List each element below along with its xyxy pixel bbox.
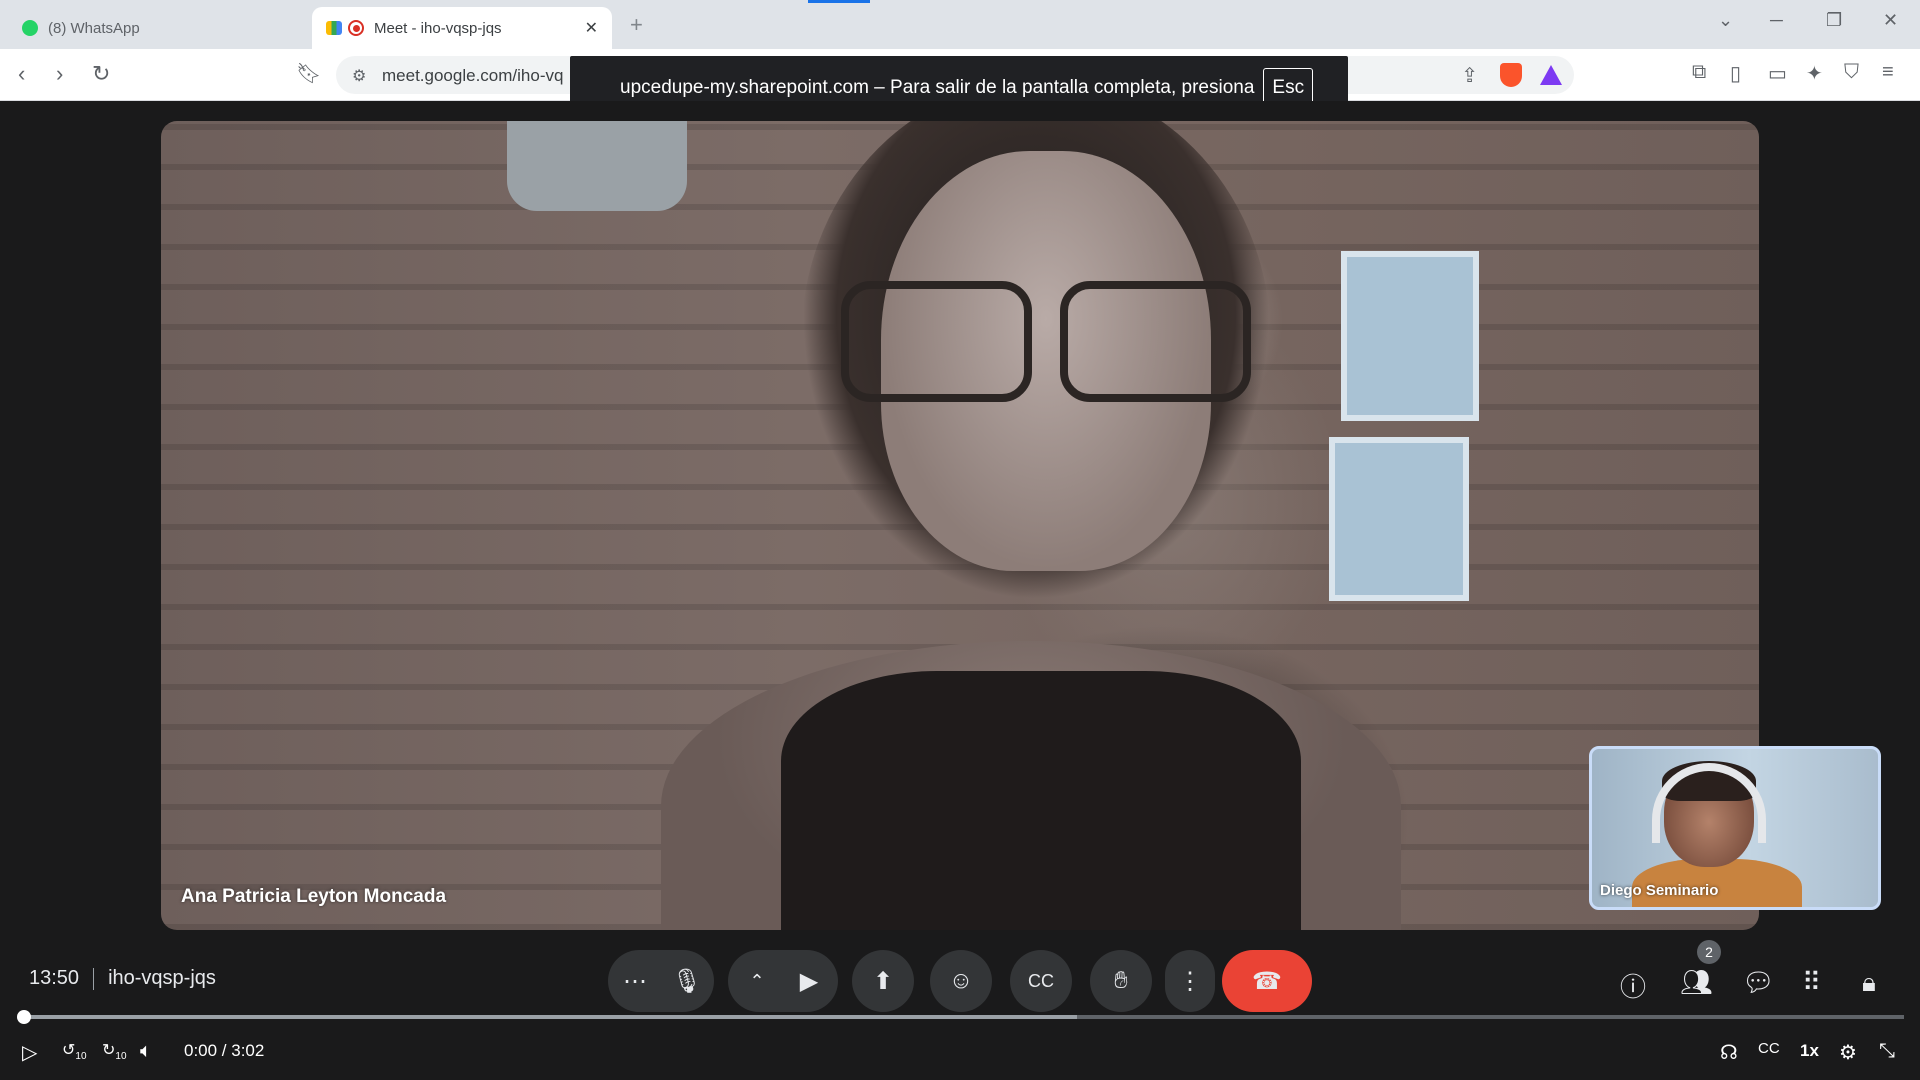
vpn-icon[interactable]: ⛉ — [1844, 61, 1859, 84]
volume-icon[interactable]: 🔈︎ — [140, 1040, 152, 1063]
playback-time: 0:00 / 3:02 — [184, 1041, 265, 1060]
participant-shirt — [781, 671, 1301, 930]
camera-control-group: ⌃ ▶︎ — [728, 950, 838, 1012]
rewind-10-icon[interactable]: ↺10 — [62, 1040, 87, 1062]
host-controls-icon[interactable]: 🔒︎ — [1862, 967, 1876, 999]
loading-indicator — [808, 0, 870, 3]
tab-title: (8) WhatsApp — [48, 19, 140, 37]
sidebar-icon[interactable]: ▯ — [1730, 61, 1741, 86]
wall-picture — [1329, 437, 1469, 601]
meeting-code: iho-vqsp-jqs — [108, 967, 216, 989]
forward-10-icon[interactable]: ↻10 — [102, 1040, 127, 1062]
share-icon[interactable]: ⇪ — [1461, 63, 1478, 88]
forward-icon[interactable]: › — [56, 61, 63, 87]
voice-over-icon[interactable]: ☊ — [1720, 1040, 1738, 1065]
self-view-tile[interactable]: Diego Seminario — [1589, 746, 1881, 910]
site-settings-icon[interactable]: ⚙ — [352, 66, 366, 86]
microphone-icon[interactable]: 🎙︎ — [661, 967, 713, 996]
participants-count-badge: 2 — [1697, 940, 1721, 964]
play-icon[interactable]: ▷ — [22, 1040, 37, 1065]
back-icon[interactable]: ‹ — [18, 61, 25, 87]
more-vert-icon: ⋮ — [1178, 967, 1202, 995]
wallet-icon[interactable]: ▭ — [1768, 61, 1787, 86]
close-window-icon[interactable]: ✕ — [1883, 10, 1898, 31]
close-tab-icon[interactable]: ✕ — [585, 18, 598, 38]
google-meet-icon — [326, 21, 342, 35]
reload-icon[interactable]: ↻ — [92, 61, 110, 87]
more-options-icon[interactable]: ⋯ — [609, 967, 661, 996]
mic-control-group: ⋯ 🎙︎ — [608, 950, 714, 1012]
wall-picture — [1341, 251, 1479, 421]
seek-buffer — [24, 1015, 1077, 1019]
present-screen-button[interactable]: ⬆︎ — [852, 950, 914, 1012]
exit-fullscreen-icon[interactable]: ⤡ — [1879, 1040, 1895, 1063]
hangup-icon: ☎︎ — [1252, 967, 1282, 995]
brave-shields-icon[interactable] — [1500, 63, 1522, 87]
new-tab-button[interactable]: + — [630, 12, 643, 38]
tab-search-icon[interactable]: ⌄ — [1718, 10, 1733, 31]
hangup-button[interactable]: ☎︎ — [1222, 950, 1312, 1012]
participant-glasses — [841, 281, 1251, 402]
people-icon[interactable]: 👥︎ — [1680, 967, 1713, 998]
tab-meet[interactable]: Meet - iho-vqsp-jqs ✕ — [312, 7, 612, 49]
bookmark-icon[interactable]: 🔖︎ — [296, 61, 321, 86]
info-icon[interactable]: ⓘ — [1620, 967, 1646, 1004]
camera-icon[interactable]: ▶︎ — [783, 967, 835, 996]
captions-button[interactable]: CC — [1010, 950, 1072, 1012]
minimize-icon[interactable]: ─ — [1770, 10, 1783, 31]
menu-icon[interactable]: ≡ — [1882, 61, 1894, 84]
self-name-label: Diego Seminario — [1600, 882, 1719, 899]
restore-icon[interactable]: ❐ — [1826, 10, 1842, 31]
meeting-info: 13:50 iho-vqsp-jqs — [29, 967, 216, 990]
wall-clock — [507, 121, 687, 211]
divider — [93, 967, 95, 990]
tab-whatsapp[interactable]: (8) WhatsApp — [8, 7, 308, 49]
tab-title: Meet - iho-vqsp-jqs — [374, 19, 502, 37]
fullscreen-notice-text: upcedupe-my.sharepoint.com – Para salir … — [620, 77, 1255, 98]
present-screen-icon: ⬆︎ — [872, 967, 894, 995]
captions-icon: CC — [1028, 970, 1054, 991]
seek-bar[interactable] — [24, 1015, 1904, 1019]
settings-icon[interactable]: ⚙ — [1839, 1040, 1857, 1065]
whatsapp-icon — [22, 20, 38, 36]
url-text: meet.google.com/iho-vq — [382, 66, 564, 85]
chat-icon[interactable]: 💬︎ — [1742, 967, 1775, 998]
playback-speed-button[interactable]: 1x — [1800, 1041, 1819, 1061]
more-actions-button[interactable]: ⋮ — [1165, 950, 1215, 1012]
meeting-clock: 13:50 — [29, 967, 80, 989]
extensions-icon[interactable]: ⧉ — [1692, 61, 1706, 84]
chevron-up-icon[interactable]: ⌃ — [731, 971, 783, 992]
seek-handle[interactable] — [17, 1010, 31, 1024]
raise-hand-icon: ✋︎ — [1114, 967, 1128, 994]
meet-stage: Ana Patricia Leyton Moncada Diego Semina… — [0, 101, 1920, 1080]
brave-rewards-icon[interactable] — [1540, 65, 1562, 85]
leo-ai-icon[interactable]: ✦ — [1806, 61, 1823, 86]
recording-icon — [348, 20, 364, 36]
activities-icon[interactable]: ⠿ — [1802, 967, 1821, 998]
reactions-button[interactable]: ☺ — [930, 950, 992, 1012]
participant-name-label: Ana Patricia Leyton Moncada — [181, 886, 447, 907]
browser-tab-strip: (8) WhatsApp Meet - iho-vqsp-jqs ✕ + ⌄ ─… — [0, 0, 1920, 49]
closed-captions-icon[interactable]: CC — [1758, 1040, 1780, 1057]
main-participant-video[interactable]: Ana Patricia Leyton Moncada — [161, 121, 1759, 930]
emoji-icon: ☺ — [948, 967, 974, 994]
raise-hand-button[interactable]: ✋︎ — [1090, 950, 1152, 1012]
